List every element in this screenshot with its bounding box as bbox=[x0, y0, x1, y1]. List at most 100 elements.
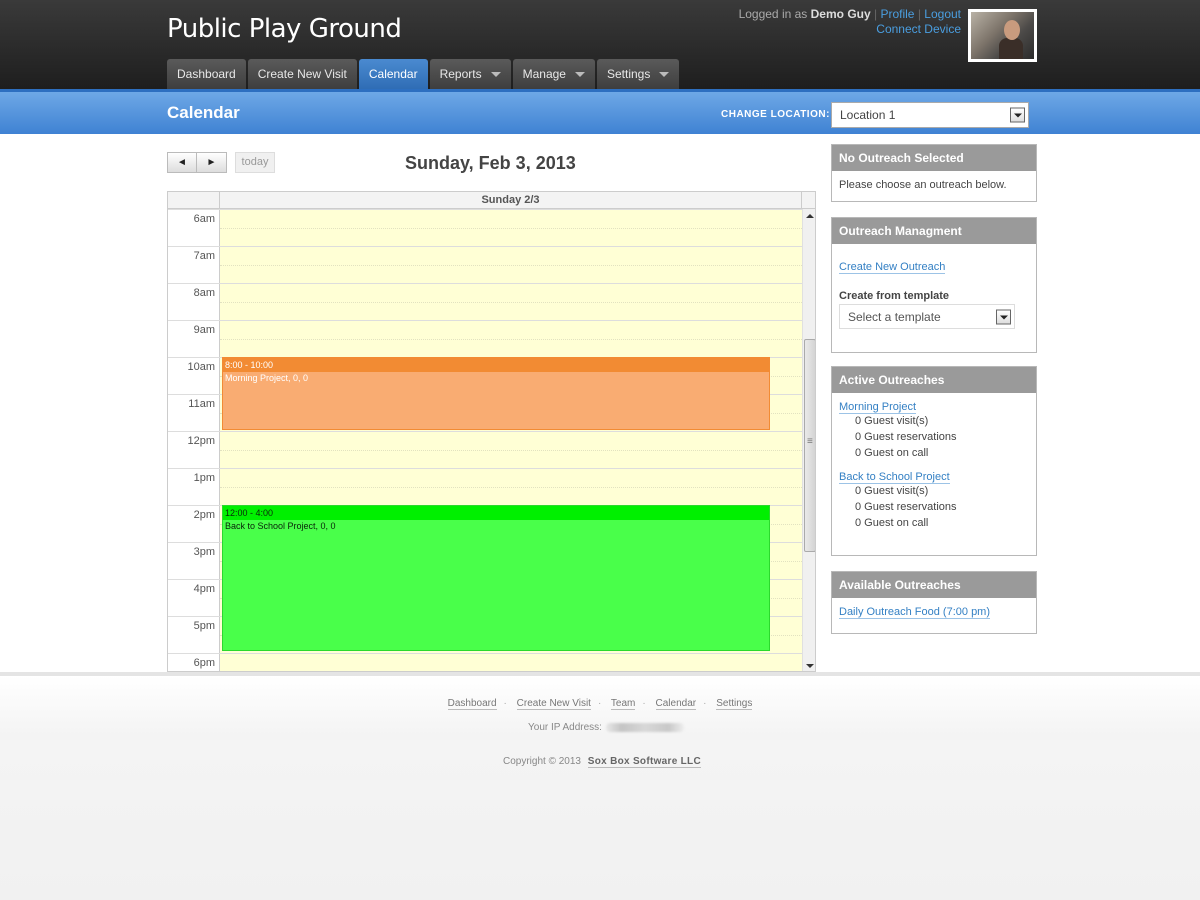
time-label: 2pm bbox=[168, 506, 220, 543]
scroll-up-icon[interactable] bbox=[806, 214, 814, 218]
guest-reservations: 0 Guest reservations bbox=[855, 431, 957, 443]
time-label: 1pm bbox=[168, 469, 220, 506]
day-column-header: Sunday 2/3 bbox=[220, 192, 802, 209]
outreach-management-panel: Outreach Managment Create New Outreach C… bbox=[831, 217, 1037, 353]
time-gutter-header bbox=[168, 192, 220, 209]
day-calendar: Sunday 2/3 6am 7am 8am 9am 10am 11am 12p… bbox=[167, 191, 816, 672]
outreach-link-daily-outreach-food[interactable]: Daily Outreach Food (7:00 pm) bbox=[839, 606, 991, 619]
day-cell[interactable] bbox=[220, 321, 802, 358]
nav-tab-reports[interactable]: Reports bbox=[429, 59, 511, 89]
avatar[interactable] bbox=[968, 9, 1037, 62]
today-button[interactable]: today bbox=[235, 152, 275, 173]
footer-nav: Dashboard · Create New Visit · Team · Calen… bbox=[0, 698, 1200, 710]
guest-reservations: 0 Guest reservations bbox=[855, 501, 957, 513]
event-time: 12:00 - 4:00 bbox=[223, 506, 769, 520]
guest-visits: 0 Guest visit(s) bbox=[855, 415, 929, 427]
separator: | bbox=[917, 7, 921, 21]
location-select-value: Location 1 bbox=[840, 108, 896, 122]
day-cell[interactable] bbox=[220, 654, 802, 671]
calendar-header: Sunday 2/3 bbox=[168, 192, 815, 209]
time-slot: 12pm bbox=[168, 431, 802, 469]
copyright: Copyright © 2013 Sox Box Software LLC bbox=[503, 756, 701, 768]
location-select[interactable]: Location 1 bbox=[831, 102, 1029, 128]
day-cell[interactable] bbox=[220, 247, 802, 284]
prev-day-button[interactable]: ◄ bbox=[167, 152, 197, 173]
nav-tab-label: Settings bbox=[606, 67, 651, 81]
time-label: 8am bbox=[168, 284, 220, 321]
footer-link-settings[interactable]: Settings bbox=[716, 698, 753, 710]
chevron-down-icon bbox=[659, 71, 670, 77]
time-label: 11am bbox=[168, 395, 220, 432]
chevron-down-icon[interactable] bbox=[996, 309, 1011, 324]
day-cell[interactable] bbox=[220, 284, 802, 321]
panel-heading: Available Outreaches bbox=[832, 572, 1036, 598]
nav-tab-settings[interactable]: Settings bbox=[596, 59, 680, 89]
logout-link[interactable]: Logout bbox=[924, 7, 961, 21]
company-link[interactable]: Sox Box Software LLC bbox=[587, 756, 701, 768]
day-cell[interactable] bbox=[220, 469, 802, 506]
page-title: Calendar bbox=[167, 103, 240, 122]
chevron-down-icon bbox=[490, 71, 501, 77]
time-slot: 7am bbox=[168, 246, 802, 284]
time-label: 3pm bbox=[168, 543, 220, 580]
panel-heading: Outreach Managment bbox=[832, 218, 1036, 244]
day-cell[interactable] bbox=[220, 432, 802, 469]
time-label: 4pm bbox=[168, 580, 220, 617]
panel-text: Please choose an outreach below. bbox=[839, 179, 1007, 191]
main-content: ◄ ► today Sunday, Feb 3, 2013 Sunday 2/3… bbox=[0, 134, 1200, 672]
separator: · bbox=[642, 698, 646, 709]
nav-tab-label: Create New Visit bbox=[257, 67, 347, 81]
calendar-scrollbar[interactable] bbox=[802, 209, 815, 671]
change-location-label: CHANGE LOCATION: bbox=[721, 109, 830, 120]
copyright-text: Copyright © 2013 bbox=[503, 756, 581, 767]
event-time: 8:00 - 10:00 bbox=[223, 358, 769, 372]
time-label: 12pm bbox=[168, 432, 220, 469]
profile-link[interactable]: Profile bbox=[880, 7, 914, 21]
footer-link-team[interactable]: Team bbox=[610, 698, 636, 710]
main-nav: Dashboard Create New Visit Calendar Repo… bbox=[167, 59, 680, 89]
footer-link-dashboard[interactable]: Dashboard bbox=[447, 698, 497, 710]
panel-heading: No Outreach Selected bbox=[832, 145, 1036, 171]
scroll-thumb[interactable] bbox=[804, 339, 815, 552]
next-day-button[interactable]: ► bbox=[197, 152, 227, 173]
time-label: 9am bbox=[168, 321, 220, 358]
create-new-outreach-link[interactable]: Create New Outreach bbox=[839, 261, 946, 274]
guest-visits: 0 Guest visit(s) bbox=[855, 485, 929, 497]
nav-tab-calendar[interactable]: Calendar bbox=[358, 59, 428, 89]
separator: | bbox=[874, 7, 878, 21]
footer-link-calendar[interactable]: Calendar bbox=[655, 698, 697, 710]
time-label: 5pm bbox=[168, 617, 220, 654]
chevron-down-icon[interactable] bbox=[1010, 107, 1025, 123]
event-title: Back to School Project, 0, 0 bbox=[225, 521, 336, 531]
separator: · bbox=[503, 698, 507, 709]
chevron-down-icon bbox=[574, 71, 585, 77]
ip-address-line: Your IP Address: bbox=[528, 722, 684, 733]
panel-heading: Active Outreaches bbox=[832, 367, 1036, 393]
template-select[interactable]: Select a template bbox=[839, 304, 1015, 329]
active-outreach-item: Morning Project 0 Guest visit(s) 0 Guest… bbox=[839, 401, 1029, 461]
nav-tab-manage[interactable]: Manage bbox=[512, 59, 595, 89]
time-slot: 6am bbox=[168, 209, 802, 247]
nav-tab-dashboard[interactable]: Dashboard bbox=[167, 59, 246, 89]
footer-link-create-new-visit[interactable]: Create New Visit bbox=[516, 698, 591, 710]
ip-address-label: Your IP Address: bbox=[528, 722, 602, 733]
nav-tab-label: Reports bbox=[439, 67, 482, 81]
page-bar: Calendar CHANGE LOCATION: Location 1 bbox=[0, 89, 1200, 134]
user-info: Logged in as Demo Guy | Profile | Logout… bbox=[739, 7, 961, 37]
calendar-event-back-to-school-project[interactable]: 12:00 - 4:00 Back to School Project, 0, … bbox=[222, 505, 770, 651]
separator: · bbox=[703, 698, 707, 709]
guest-on-call: 0 Guest on call bbox=[855, 447, 929, 459]
nav-tab-create-new-visit[interactable]: Create New Visit bbox=[247, 59, 357, 89]
day-cell[interactable] bbox=[220, 210, 802, 247]
time-slot: 1pm bbox=[168, 468, 802, 506]
connect-device-link[interactable]: Connect Device bbox=[876, 22, 961, 36]
separator: · bbox=[597, 698, 602, 709]
page-footer: Dashboard · Create New Visit · Team · Calen… bbox=[0, 672, 1200, 900]
scroll-down-icon[interactable] bbox=[806, 664, 814, 668]
calendar-event-morning-project[interactable]: 8:00 - 10:00 Morning Project, 0, 0 bbox=[222, 357, 770, 430]
time-label: 10am bbox=[168, 358, 220, 395]
no-outreach-panel: No Outreach Selected Please choose an ou… bbox=[831, 144, 1037, 202]
event-title: Morning Project, 0, 0 bbox=[225, 373, 309, 383]
nav-tab-label: Manage bbox=[522, 67, 566, 81]
nav-tab-label: Calendar bbox=[368, 67, 418, 81]
